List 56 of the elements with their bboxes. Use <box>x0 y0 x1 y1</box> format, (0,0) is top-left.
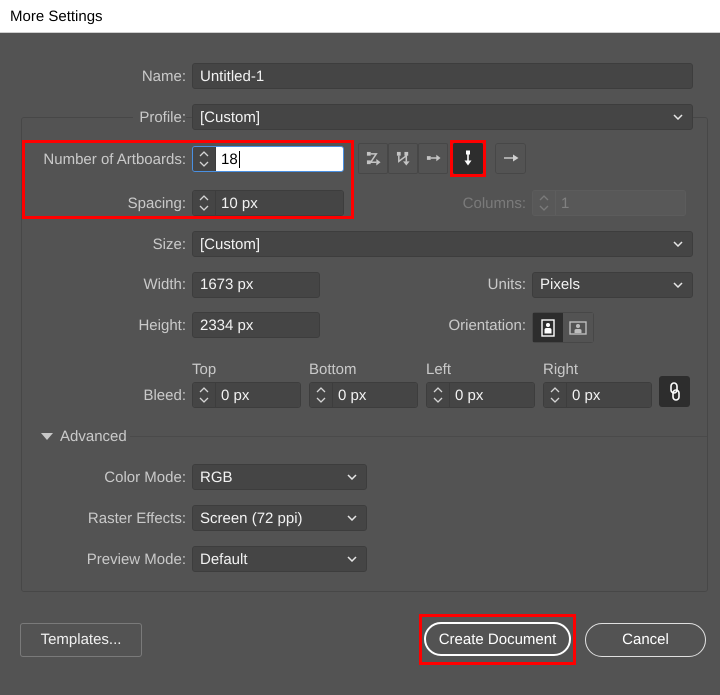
field-label: Profile: <box>133 108 186 126</box>
profile-dropdown[interactable]: [Custom] <box>192 104 693 130</box>
field-label: Preview Mode: <box>86 550 186 568</box>
height-field[interactable]: 2334 px <box>192 312 320 338</box>
square-arrow-right-icon <box>426 153 440 163</box>
chevron-down-icon <box>347 474 357 480</box>
chevron-down-icon <box>673 241 683 247</box>
link-button[interactable] <box>659 376 690 407</box>
dialog-button[interactable]: Cancel <box>585 622 706 656</box>
option-dropdown[interactable]: Default <box>192 546 367 572</box>
bleed-field[interactable]: 0 px <box>426 382 535 408</box>
field-label: Color Mode: <box>104 468 186 486</box>
square-arrow-down-icon <box>463 150 473 166</box>
field-label: Size: <box>152 236 186 252</box>
zigzag-arrow-icon <box>366 150 380 166</box>
field-label: Units: <box>488 276 526 293</box>
bleed-field[interactable]: 0 px <box>192 382 301 408</box>
bleed-side-label: Right <box>543 361 578 378</box>
triangle-down-icon[interactable] <box>41 432 53 440</box>
field-label: Spacing: <box>128 194 186 212</box>
field-label: Width: <box>143 276 186 293</box>
portrait-button[interactable] <box>533 313 563 342</box>
units-dropdown[interactable]: Pixels <box>532 272 693 298</box>
bleed-field[interactable]: 0 px <box>309 382 418 408</box>
option-dropdown[interactable]: RGB <box>192 464 367 490</box>
chevron-down-icon <box>347 556 357 562</box>
width-field[interactable]: 1673 px <box>192 272 320 298</box>
zigzag-down-arrow-icon <box>396 150 410 166</box>
artboard-count-field[interactable]: 18 <box>192 146 344 172</box>
field-label: Orientation: <box>448 316 526 334</box>
field-label: Height: <box>138 316 186 334</box>
field-label: Name: <box>142 68 186 84</box>
field-label: Number of Artboards: <box>43 150 186 168</box>
direction-button[interactable] <box>495 142 526 174</box>
bleed-field[interactable]: 0 px <box>543 382 652 408</box>
chain-link-icon <box>670 382 680 401</box>
chevron-down-icon <box>347 515 357 521</box>
primary-button[interactable]: Create Document <box>424 622 571 656</box>
option-dropdown[interactable]: Screen (72 ppi) <box>192 505 367 531</box>
window-title: More Settings <box>10 8 103 24</box>
size-dropdown[interactable]: [Custom] <box>192 231 693 257</box>
bleed-side-label: Left <box>426 361 452 378</box>
portrait-page-icon <box>541 318 555 336</box>
field-label: Raster Effects: <box>88 510 186 526</box>
name-field[interactable]: Untitled-1 <box>192 63 693 89</box>
section-label: Advanced <box>60 428 127 444</box>
bleed-side-label: Top <box>192 361 216 378</box>
landscape-page-icon <box>569 320 587 334</box>
bleed-side-label: Bottom <box>309 361 357 378</box>
chevron-down-icon <box>673 114 683 120</box>
spacing-field[interactable]: 10 px <box>192 190 344 216</box>
chevron-down-icon <box>673 282 683 288</box>
field-label: Bleed: <box>143 386 186 404</box>
arrow-right-icon <box>502 153 518 163</box>
dialog-button[interactable]: Templates... <box>20 622 142 656</box>
text-caret <box>238 150 240 168</box>
